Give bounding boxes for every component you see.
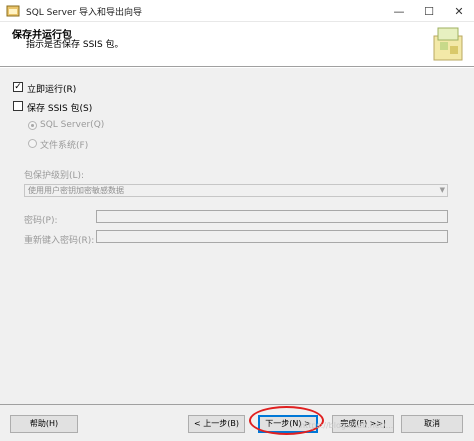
file-system-radio[interactable] <box>28 139 37 148</box>
window-title: SQL Server 导入和导出向导 <box>26 8 143 18</box>
sql-server-radio[interactable] <box>28 121 37 130</box>
next-button[interactable]: 下一步(N) > <box>258 415 318 433</box>
file-system-label: 文件系统(F) <box>40 141 89 151</box>
title-bar: SQL Server 导入和导出向导 — ☐ ✕ <box>0 0 474 22</box>
minimize-button[interactable]: — <box>384 0 414 22</box>
reenter-password-label: 重新键入密码(R): <box>24 236 95 246</box>
wizard-package-icon <box>433 27 463 61</box>
save-ssis-package-label: 保存 SSIS 包(S) <box>27 104 93 114</box>
sql-server-app-icon <box>6 5 20 17</box>
maximize-button[interactable]: ☐ <box>414 0 444 22</box>
run-immediately-checkbox[interactable]: ✓ <box>13 82 23 92</box>
chevron-down-icon: ▼ <box>439 186 445 194</box>
protection-level-select[interactable]: 使用用户密钥加密敏感数据 ▼ <box>24 184 448 197</box>
page-subtitle: 指示是否保存 SSIS 包。 <box>26 40 124 50</box>
password-label: 密码(P): <box>24 216 58 226</box>
reenter-password-input[interactable] <box>96 230 448 243</box>
close-window-button[interactable]: ✕ <box>444 0 474 22</box>
run-immediately-label: 立即运行(R) <box>27 85 77 95</box>
protection-level-value: 使用用户密钥加密敏感数据 <box>28 186 124 195</box>
password-input[interactable] <box>96 210 448 223</box>
protection-level-label: 包保护级别(L): <box>24 171 85 181</box>
wizard-header: 保存并运行包 指示是否保存 SSIS 包。 <box>0 22 474 67</box>
finish-button[interactable]: 完成(F) >>| <box>332 415 394 433</box>
back-button[interactable]: < 上一步(B) <box>188 415 245 433</box>
sql-server-label: SQL Server(Q) <box>40 120 105 130</box>
wizard-footer: 帮助(H) < 上一步(B) 下一步(N) > 完成(F) >>| 取消 <box>0 404 474 441</box>
cancel-button[interactable]: 取消 <box>401 415 463 433</box>
wizard-content: ✓ 立即运行(R) 保存 SSIS 包(S) SQL Server(Q) 文件系… <box>0 68 474 404</box>
save-ssis-package-checkbox[interactable] <box>13 101 23 111</box>
help-button[interactable]: 帮助(H) <box>10 415 78 433</box>
